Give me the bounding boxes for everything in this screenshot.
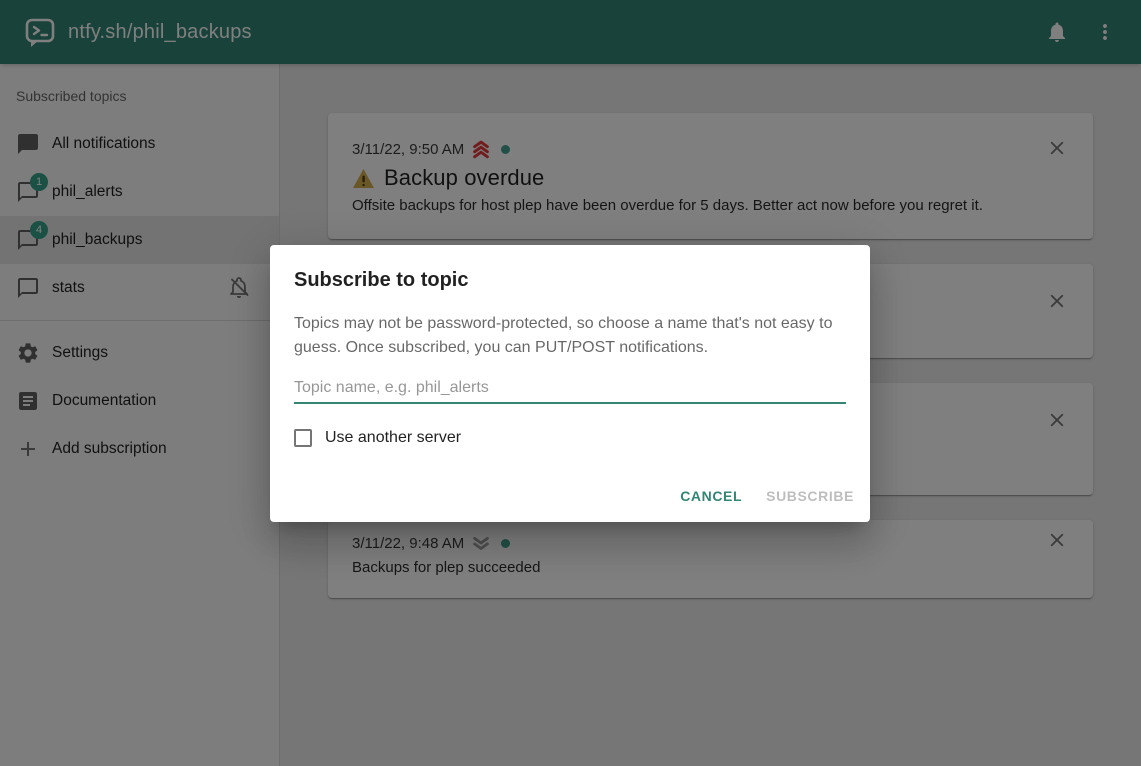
dialog-description: Topics may not be password-protected, so… [270,292,870,360]
topic-name-input[interactable] [294,374,846,404]
dialog-title: Subscribe to topic [270,245,870,292]
use-another-server-checkbox[interactable] [294,429,312,447]
dialog-actions: CANCEL SUBSCRIBE [270,470,870,522]
subscribe-button[interactable]: SUBSCRIBE [758,478,862,514]
use-another-server-label: Use another server [325,429,461,447]
subscribe-dialog: Subscribe to topic Topics may not be pas… [270,245,870,522]
use-another-server-row: Use another server [294,429,846,447]
cancel-button[interactable]: CANCEL [672,478,750,514]
